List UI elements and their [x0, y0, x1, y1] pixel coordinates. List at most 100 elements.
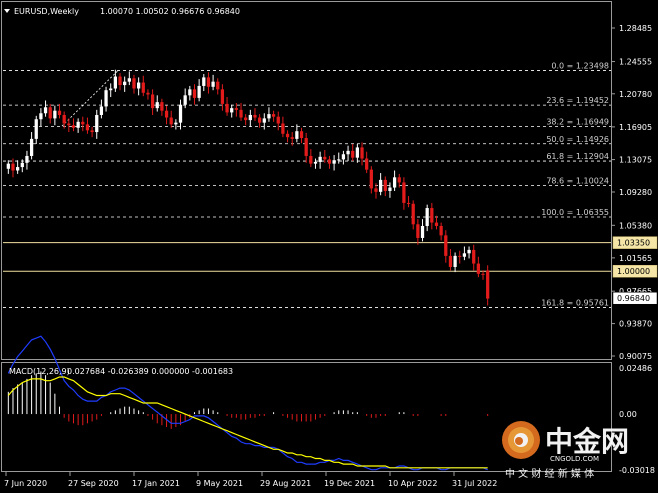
candle-body: [29, 138, 34, 156]
price-tick-label: 1.28485: [619, 24, 652, 33]
candle-body: [178, 104, 183, 123]
candle-body: [25, 155, 29, 163]
candle-body: [420, 225, 425, 238]
candle-body: [164, 110, 169, 118]
macd-tick-label: -0.03018: [619, 466, 655, 475]
candle-body: [197, 85, 201, 98]
price-tick-label: 0.90075: [619, 352, 652, 361]
macd-values: 0.027684 -0.026389 0.000000 -0.001683: [67, 367, 233, 376]
fib-level-label: 161.8 = 0.95761: [541, 298, 609, 307]
candle-body: [281, 123, 285, 134]
candle-body: [309, 155, 313, 164]
candle-body: [467, 249, 471, 254]
fib-level-label: 78.6 = 1.10024: [546, 177, 609, 186]
candle-body: [183, 95, 187, 105]
time-tick-label: 19 Dec 2021: [324, 479, 375, 488]
candle-body: [211, 81, 215, 87]
candle-body: [453, 255, 457, 267]
candle-body: [20, 162, 24, 168]
candle-body: [351, 150, 355, 158]
time-tick-label: 27 Sep 2020: [68, 479, 119, 488]
candle-body: [406, 202, 411, 204]
candle-body: [448, 255, 453, 267]
candle-body: [48, 107, 52, 119]
candle-body: [285, 133, 290, 138]
watermark-slogan: 中 文 财 经 新 媒 体: [505, 467, 594, 480]
price-tick-label: 1.01565: [619, 254, 652, 263]
candle-body: [486, 270, 490, 299]
candle-body: [99, 106, 104, 115]
candle-body: [39, 113, 43, 120]
candle-body: [397, 177, 401, 183]
candle-body: [411, 203, 415, 225]
fib-level-label: 23.6 = 1.19452: [546, 96, 609, 105]
candle-body: [113, 76, 117, 89]
candle-body: [132, 78, 136, 89]
time-tick-label: 10 Apr 2022: [388, 479, 437, 488]
candle-body: [341, 154, 346, 160]
time-tick-label: 17 Jan 2021: [132, 479, 180, 488]
candle-body: [71, 125, 76, 128]
fib-level-label: 100.0 = 1.06355: [541, 208, 609, 217]
candle-body: [299, 131, 304, 139]
fib-level-label: 61.8 = 1.12904: [546, 152, 609, 161]
candle-body: [313, 161, 318, 164]
candle-body: [365, 158, 369, 170]
candle-body: [248, 114, 252, 121]
candle-body: [34, 119, 38, 139]
candle-body: [383, 179, 387, 191]
candle-body: [430, 208, 434, 223]
candle-body: [230, 108, 234, 113]
candle-body: [258, 117, 262, 123]
candle-body: [290, 137, 294, 139]
macd-label: MACD(12,26,9): [9, 367, 70, 376]
candle-body: [239, 109, 243, 118]
candle-body: [355, 147, 359, 158]
candle-body: [472, 249, 476, 264]
candle-body: [304, 138, 308, 156]
candle-body: [434, 222, 439, 226]
time-tick-label: 9 May 2021: [196, 479, 243, 488]
price-badge-text: 0.96840: [617, 294, 650, 303]
candle-body: [118, 76, 122, 86]
price-badge-text: 1.00000: [617, 267, 650, 276]
candle-body: [16, 167, 20, 171]
candle-body: [53, 110, 57, 119]
candle-body: [374, 188, 378, 192]
candle-body: [323, 156, 327, 160]
candle-body: [188, 89, 192, 96]
candle-body: [169, 117, 173, 125]
candle-body: [337, 159, 341, 161]
candle-body: [67, 123, 71, 126]
candle-body: [76, 121, 80, 128]
candle-body: [262, 118, 266, 123]
candle-body: [62, 114, 66, 124]
candle-body: [327, 159, 332, 164]
candle-body: [6, 163, 10, 169]
candle-body: [332, 160, 336, 164]
price-badge-text: 1.03350: [617, 239, 650, 248]
price-tick-label: 1.24555: [619, 58, 652, 67]
candle-body: [192, 89, 197, 98]
candle-body: [360, 147, 364, 159]
candle-body: [416, 224, 420, 238]
price-tick-label: 1.05380: [619, 221, 652, 230]
chart-canvas[interactable]: 0.0 = 1.23498 23.6 = 1.19452 38.2 = 1.1694…: [0, 0, 658, 493]
candle-body: [202, 77, 206, 86]
candle-body: [481, 273, 485, 275]
candle-body: [253, 114, 257, 118]
candle-body: [402, 182, 406, 203]
candle-body: [439, 225, 443, 236]
mt4-chart-window[interactable]: 0.0 = 1.23498 23.6 = 1.19452 38.2 = 1.1694…: [0, 0, 658, 493]
price-tick-label: 1.13075: [619, 156, 652, 165]
macd-tick-label: 0.00: [619, 410, 637, 419]
time-tick-label: 29 Aug 2021: [260, 479, 311, 488]
candle-body: [81, 121, 85, 125]
candle-body: [276, 116, 280, 124]
candle-body: [150, 94, 155, 109]
candle-body: [90, 130, 94, 133]
candle-body: [295, 131, 299, 139]
candle-body: [146, 92, 150, 95]
watermark-brand: 中金网: [545, 425, 629, 458]
candle-body: [57, 110, 62, 115]
